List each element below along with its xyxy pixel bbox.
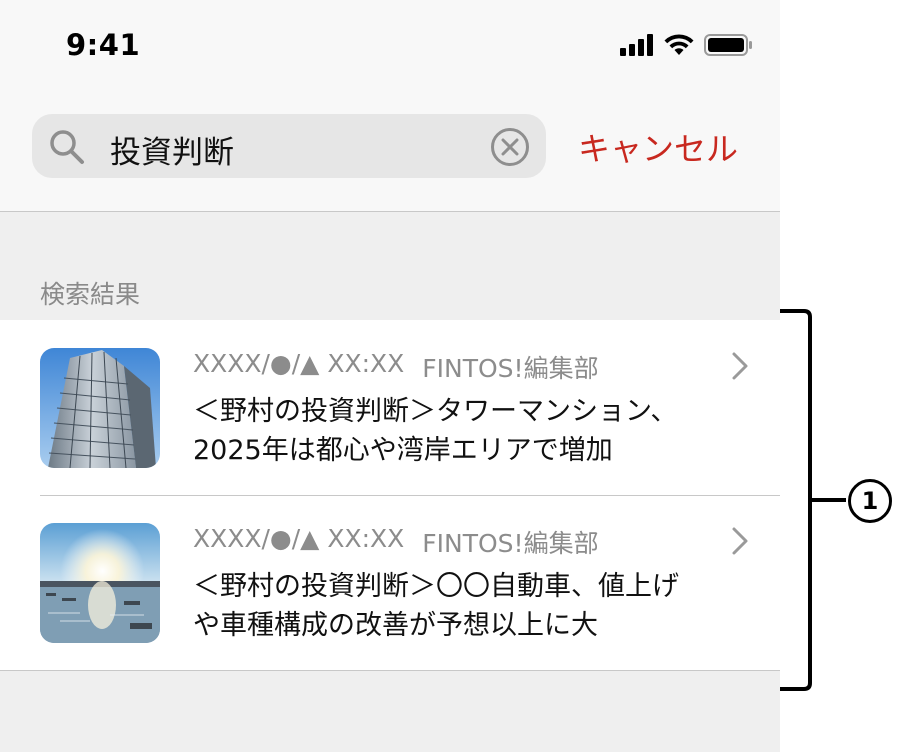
result-headline: ＜野村の投資判断＞タワーマンション、 2025年は都心や湾岸エリアで増加 [193, 392, 733, 470]
cancel-button[interactable]: キャンセル [578, 124, 738, 170]
result-source: FINTOS!編集部 [422, 354, 599, 383]
result-headline: ＜野村の投資判断＞〇〇自動車、値上げ や車種構成の改善が予想以上に大 [193, 567, 733, 645]
search-input[interactable]: 投資判断 [32, 114, 546, 178]
result-date: XXXX/●/▲ XX:XX [193, 524, 405, 553]
result-item-2[interactable]: XXXX/●/▲ XX:XX FINTOS!編集部 ＜野村の投資判断＞〇〇自動車… [0, 495, 780, 670]
search-results-list: XXXX/●/▲ XX:XX FINTOS!編集部 ＜野村の投資判断＞タワーマン… [0, 320, 780, 671]
clear-search-icon[interactable] [490, 127, 530, 167]
search-query-text[interactable]: 投資判断 [110, 127, 234, 172]
wifi-icon [664, 34, 694, 55]
thumbnail-tower-building [40, 348, 160, 468]
search-results-heading: 検索結果 [40, 280, 141, 309]
result-headline-line2: や車種構成の改善が予想以上に大 [193, 610, 598, 641]
search-icon [50, 130, 84, 164]
thumbnail-harbor-sunrise [40, 523, 160, 643]
result-meta: XXXX/●/▲ XX:XX FINTOS!編集部 [193, 524, 599, 560]
cellular-signal-icon [620, 34, 653, 56]
result-headline-line2: 2025年は都心や湾岸エリアで増加 [193, 435, 613, 466]
annotation-callout-number: 1 [848, 479, 892, 523]
result-meta: XXXX/●/▲ XX:XX FINTOS!編集部 [193, 349, 599, 385]
result-source: FINTOS!編集部 [422, 529, 599, 558]
phone-screen: 9:41 投資判断 キャンセル 検索結果 XXXX/●/▲ XX:XX FINT… [0, 0, 780, 752]
chevron-right-icon [732, 527, 748, 555]
battery-icon [704, 34, 752, 56]
chevron-right-icon [732, 352, 748, 380]
annotation-panel [780, 0, 916, 752]
result-headline-line1: ＜野村の投資判断＞タワーマンション、 [193, 396, 678, 427]
status-bar: 9:41 [0, 0, 780, 90]
status-time: 9:41 [66, 28, 141, 62]
result-item-1[interactable]: XXXX/●/▲ XX:XX FINTOS!編集部 ＜野村の投資判断＞タワーマン… [0, 320, 780, 496]
search-header: 投資判断 キャンセル [0, 90, 780, 212]
result-headline-line1: ＜野村の投資判断＞〇〇自動車、値上げ [193, 571, 679, 602]
annotation-bracket-icon [780, 309, 846, 691]
result-date: XXXX/●/▲ XX:XX [193, 349, 405, 378]
status-icons [620, 34, 752, 56]
